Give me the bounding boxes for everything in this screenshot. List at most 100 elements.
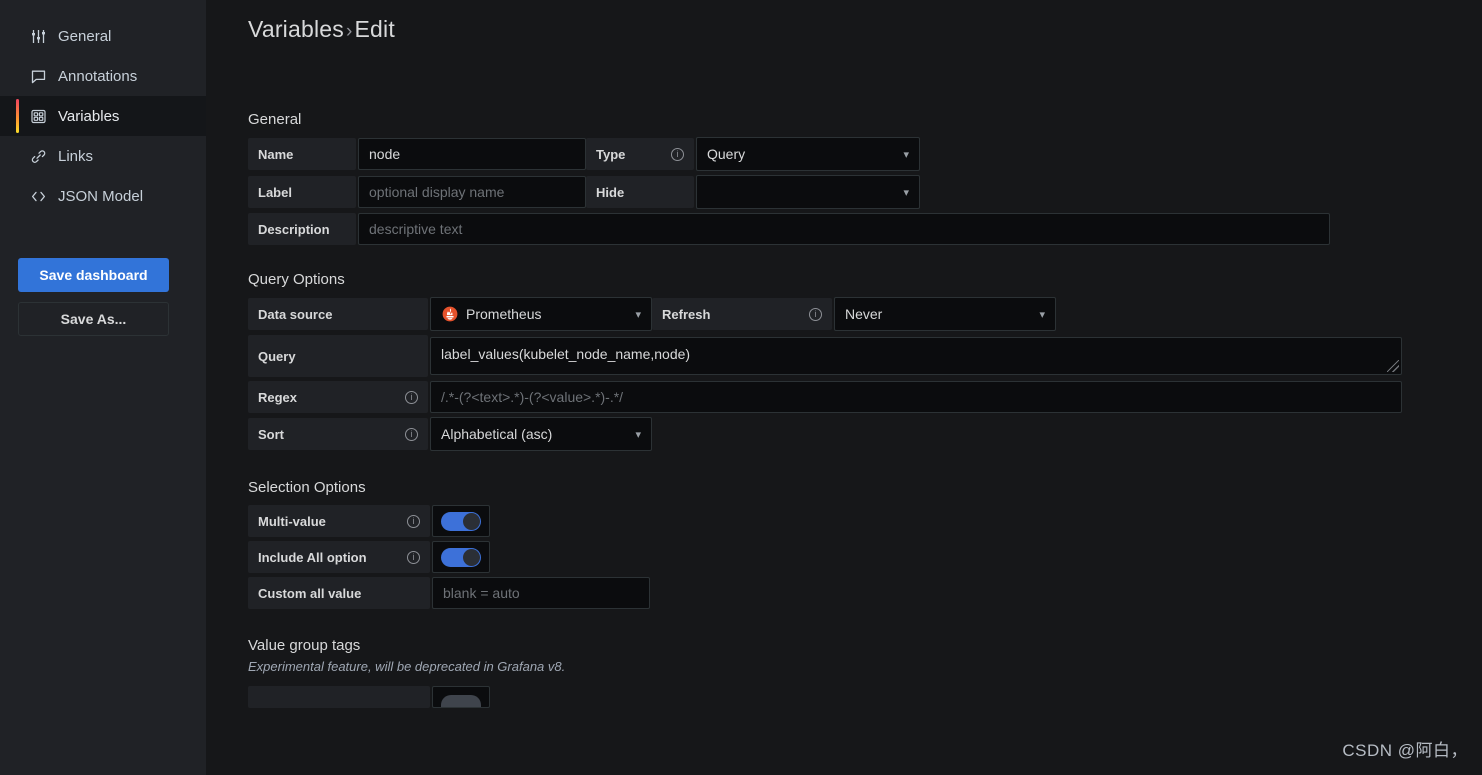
refresh-label: Refresh: [662, 306, 711, 322]
resize-grip-icon[interactable]: [1387, 360, 1399, 372]
breadcrumb-root[interactable]: Variables: [248, 16, 344, 42]
query-row: Query label_values(kubelet_node_name,nod…: [248, 335, 1482, 377]
value-group-tags-title: Value group tags: [248, 637, 361, 654]
multi-value-toggle[interactable]: [432, 505, 490, 537]
sidebar-item-general[interactable]: General: [0, 16, 206, 56]
multi-value-row: Multi-value i: [248, 505, 1482, 537]
name-input[interactable]: node: [358, 138, 586, 170]
hide-label: Hide: [586, 176, 694, 208]
info-icon[interactable]: i: [407, 550, 420, 564]
breadcrumb-separator: ›: [345, 21, 353, 42]
hide-select[interactable]: ▾: [696, 175, 920, 209]
query-textarea[interactable]: label_values(kubelet_node_name,node): [430, 337, 1402, 375]
toggle-knob: [463, 512, 480, 530]
query-label: Query: [248, 335, 428, 377]
general-section: General Name node Type i Query ▾ Label o…: [248, 111, 1482, 245]
selection-options-section: Selection Options Multi-value i Include …: [248, 479, 1482, 609]
selection-options-section-title: Selection Options: [248, 479, 366, 496]
sidebar-actions: Save dashboard Save As...: [0, 258, 206, 336]
name-type-row: Name node Type i Query ▾: [248, 137, 1482, 171]
info-icon[interactable]: i: [407, 514, 420, 528]
include-all-toggle[interactable]: [432, 541, 490, 573]
grid-table-icon: [30, 108, 47, 125]
type-select-value: Query: [707, 146, 746, 162]
info-icon[interactable]: i: [405, 390, 418, 404]
query-options-section: Query Options Data source Prometheus ▾ R…: [248, 271, 1482, 451]
type-select[interactable]: Query ▾: [696, 137, 920, 171]
description-label: Description: [248, 213, 356, 245]
include-all-row: Include All option i: [248, 541, 1482, 573]
regex-input[interactable]: /.*-(?<text>.*)-(?<value>.*)-.*/: [430, 381, 1402, 413]
save-dashboard-button[interactable]: Save dashboard: [18, 258, 169, 292]
refresh-select[interactable]: Never ▾: [834, 297, 1056, 331]
comment-icon: [30, 68, 47, 85]
dashboard-settings-page: General Annotations Variables Links JSON…: [0, 0, 1482, 775]
description-input[interactable]: descriptive text: [358, 213, 1330, 245]
custom-all-label: Custom all value: [248, 577, 430, 609]
sidebar-item-label: Links: [58, 147, 94, 165]
label-hide-row: Label optional display name Hide ▾: [248, 175, 1482, 209]
sidebar-item-label: JSON Model: [58, 187, 144, 205]
regex-label-group: Regex i: [248, 381, 428, 413]
sort-row: Sort i Alphabetical (asc) ▾: [248, 417, 1482, 451]
refresh-label-group: Refresh i: [652, 298, 832, 330]
regex-row: Regex i /.*-(?<text>.*)-(?<value>.*)-.*/: [248, 381, 1482, 413]
include-all-label: Include All option: [258, 549, 367, 565]
info-icon[interactable]: i: [809, 307, 822, 321]
label-input[interactable]: optional display name: [358, 176, 586, 208]
label-label: Label: [248, 176, 356, 208]
sidebar-item-json-model[interactable]: JSON Model: [0, 176, 206, 216]
toggle-track: [441, 547, 481, 567]
value-group-tags-section: Value group tags Experimental feature, w…: [248, 637, 1482, 708]
watermark: CSDN @阿白，: [1342, 741, 1468, 760]
sort-label: Sort: [258, 426, 284, 442]
sort-select-value: Alphabetical (asc): [441, 426, 553, 442]
datasource-select[interactable]: Prometheus ▾: [430, 297, 652, 331]
sort-select[interactable]: Alphabetical (asc) ▾: [430, 417, 652, 451]
datasource-select-value: Prometheus: [466, 306, 542, 322]
link-chain-icon: [30, 148, 47, 165]
custom-all-input[interactable]: blank = auto: [432, 577, 650, 609]
sidebar-item-annotations[interactable]: Annotations: [0, 56, 206, 96]
chevron-down-icon: ▾: [1039, 308, 1045, 321]
query-options-section-title: Query Options: [248, 271, 345, 288]
general-section-title: General: [248, 111, 302, 128]
sort-label-group: Sort i: [248, 418, 428, 450]
save-as-button[interactable]: Save As...: [18, 302, 169, 336]
chevron-down-icon: ▾: [903, 148, 909, 161]
datasource-label: Data source: [248, 298, 428, 330]
info-icon[interactable]: i: [671, 147, 684, 161]
sidebar-item-label: General: [58, 27, 112, 45]
chevron-down-icon: ▾: [635, 308, 641, 321]
sliders-icon: [30, 28, 47, 45]
prometheus-icon: [441, 306, 458, 323]
tags-enabled-toggle[interactable]: [432, 686, 490, 708]
settings-sidebar: General Annotations Variables Links JSON…: [0, 0, 206, 775]
multi-value-label: Multi-value: [258, 513, 326, 529]
type-label: Type: [596, 146, 626, 162]
include-all-label-group: Include All option i: [248, 541, 430, 573]
toggle-track: [441, 511, 481, 531]
breadcrumb: Variables ›Edit: [248, 16, 1482, 43]
sidebar-item-links[interactable]: Links: [0, 136, 206, 176]
toggle-knob: [463, 548, 480, 566]
description-row: Description descriptive text: [248, 213, 1482, 245]
sidebar-item-label: Annotations: [58, 67, 138, 85]
multi-value-label-group: Multi-value i: [248, 505, 430, 537]
info-icon[interactable]: i: [405, 427, 418, 441]
sidebar-item-variables[interactable]: Variables: [0, 96, 206, 136]
query-textarea-value: label_values(kubelet_node_name,node): [441, 346, 691, 362]
custom-all-row: Custom all value blank = auto: [248, 577, 1482, 609]
code-brackets-icon: [30, 188, 47, 205]
refresh-select-value: Never: [845, 306, 883, 322]
chevron-down-icon: ▾: [635, 428, 641, 441]
value-group-tags-note: Experimental feature, will be deprecated…: [248, 659, 566, 674]
tags-enabled-label: [248, 686, 430, 708]
chevron-down-icon: ▾: [903, 186, 909, 199]
datasource-refresh-row: Data source Prometheus ▾ Refresh i Never…: [248, 297, 1482, 331]
value-group-tags-row-partial: [248, 686, 1482, 708]
breadcrumb-current: Edit: [354, 16, 395, 42]
type-label-group: Type i: [586, 138, 694, 170]
sidebar-item-label: Variables: [58, 107, 120, 125]
regex-label: Regex: [258, 389, 298, 405]
